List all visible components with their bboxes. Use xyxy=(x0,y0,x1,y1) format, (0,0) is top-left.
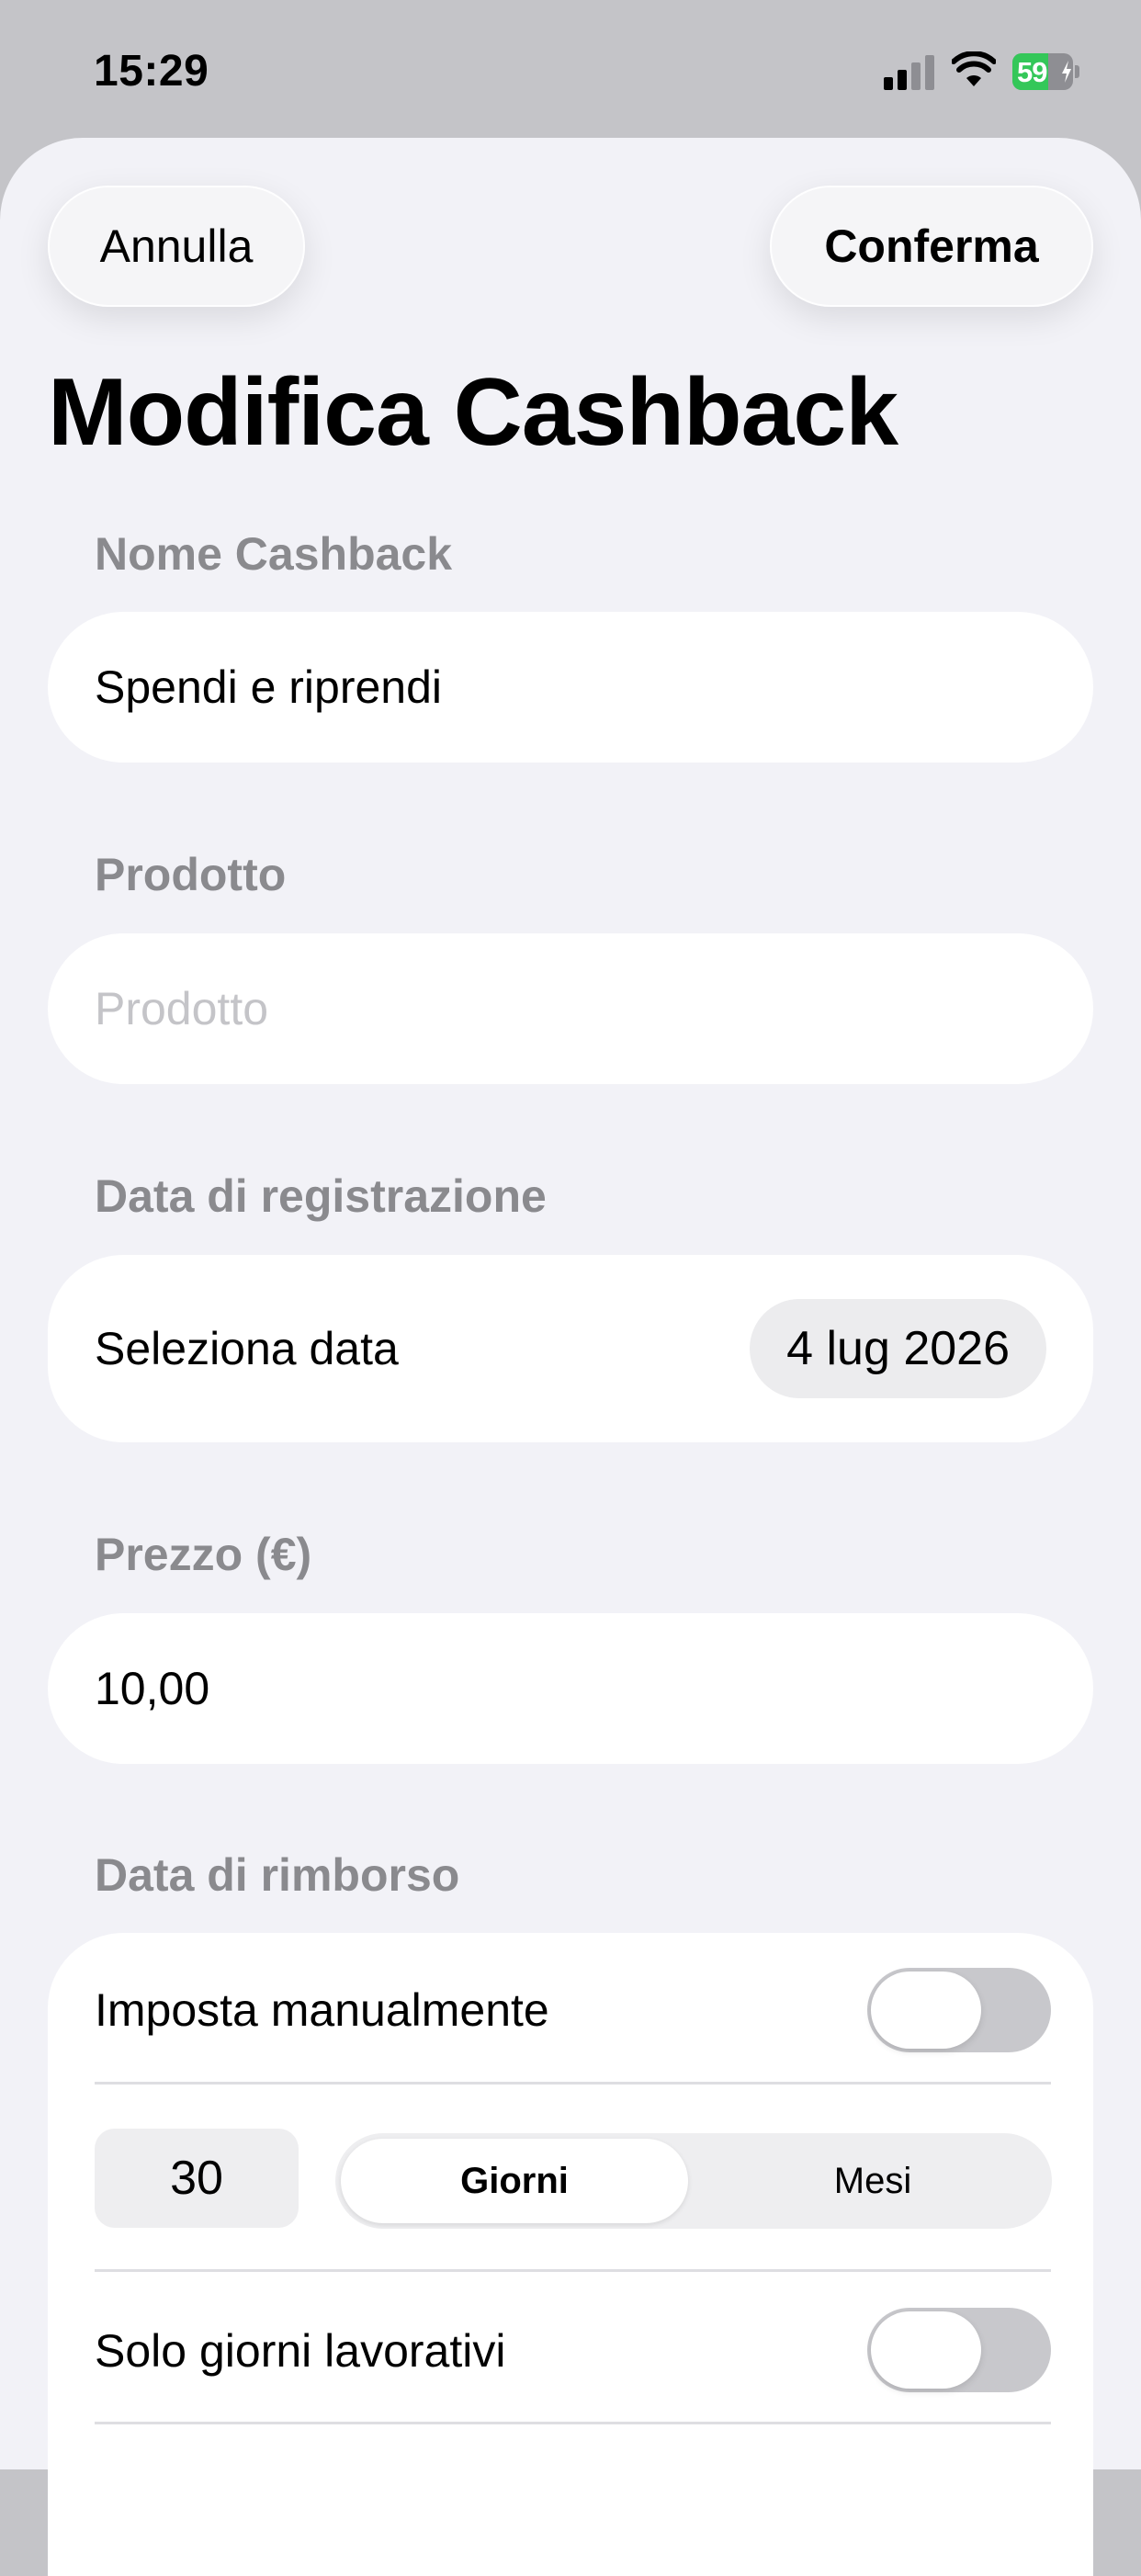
name-field-value: Spendi e riprendi xyxy=(95,661,443,713)
product-field[interactable]: Prodotto xyxy=(48,933,1093,1084)
page-title: Modifica Cashback xyxy=(48,359,898,466)
segment-mesi[interactable]: Mesi xyxy=(694,2133,1052,2229)
status-time: 15:29 xyxy=(94,47,209,96)
business-days-toggle[interactable] xyxy=(867,2308,1051,2392)
registration-date-row: Seleziona data 4 lug 2026 xyxy=(48,1255,1093,1442)
manual-refund-label: Imposta manualmente xyxy=(95,1984,549,2036)
registration-date-row-label: Seleziona data xyxy=(95,1323,399,1374)
price-section-label: Prezzo (€) xyxy=(95,1529,312,1580)
refund-amount-field[interactable]: 30 xyxy=(95,2129,299,2228)
business-days-label: Solo giorni lavorativi xyxy=(95,2325,506,2377)
refund-unit-segmented-control: Giorni Mesi xyxy=(335,2133,1052,2229)
toggle-knob xyxy=(871,1972,981,2049)
battery-percent: 59 xyxy=(1017,56,1047,88)
refund-card: Imposta manualmente 30 Giorni Mesi Solo … xyxy=(48,1933,1093,2576)
product-section-label: Prodotto xyxy=(95,849,287,900)
status-bar: 15:29 59 xyxy=(0,0,1141,138)
divider xyxy=(95,2082,1051,2085)
divider xyxy=(95,2269,1051,2272)
segment-giorni[interactable]: Giorni xyxy=(341,2139,688,2223)
price-field-value: 10,00 xyxy=(95,1663,210,1714)
price-field[interactable]: 10,00 xyxy=(48,1613,1093,1764)
refund-date-section-label: Data di rimborso xyxy=(95,1849,460,1901)
product-field-placeholder: Prodotto xyxy=(95,983,269,1034)
cancel-button[interactable]: Annulla xyxy=(48,186,305,307)
divider xyxy=(95,2422,1051,2424)
manual-refund-toggle[interactable] xyxy=(867,1968,1051,2052)
toggle-knob xyxy=(871,2311,981,2389)
wifi-icon xyxy=(952,51,996,86)
charging-bolt-icon xyxy=(1062,61,1071,83)
cellular-signal-icon xyxy=(884,53,935,90)
registration-date-picker[interactable]: 4 lug 2026 xyxy=(750,1299,1046,1398)
confirm-button[interactable]: Conferma xyxy=(770,186,1093,307)
battery-icon: 59 xyxy=(1012,53,1080,90)
name-field[interactable]: Spendi e riprendi xyxy=(48,612,1093,763)
name-section-label: Nome Cashback xyxy=(95,528,453,580)
edit-sheet: Annulla Conferma Modifica Cashback Nome … xyxy=(0,138,1141,2576)
registration-date-section-label: Data di registrazione xyxy=(95,1170,547,1222)
